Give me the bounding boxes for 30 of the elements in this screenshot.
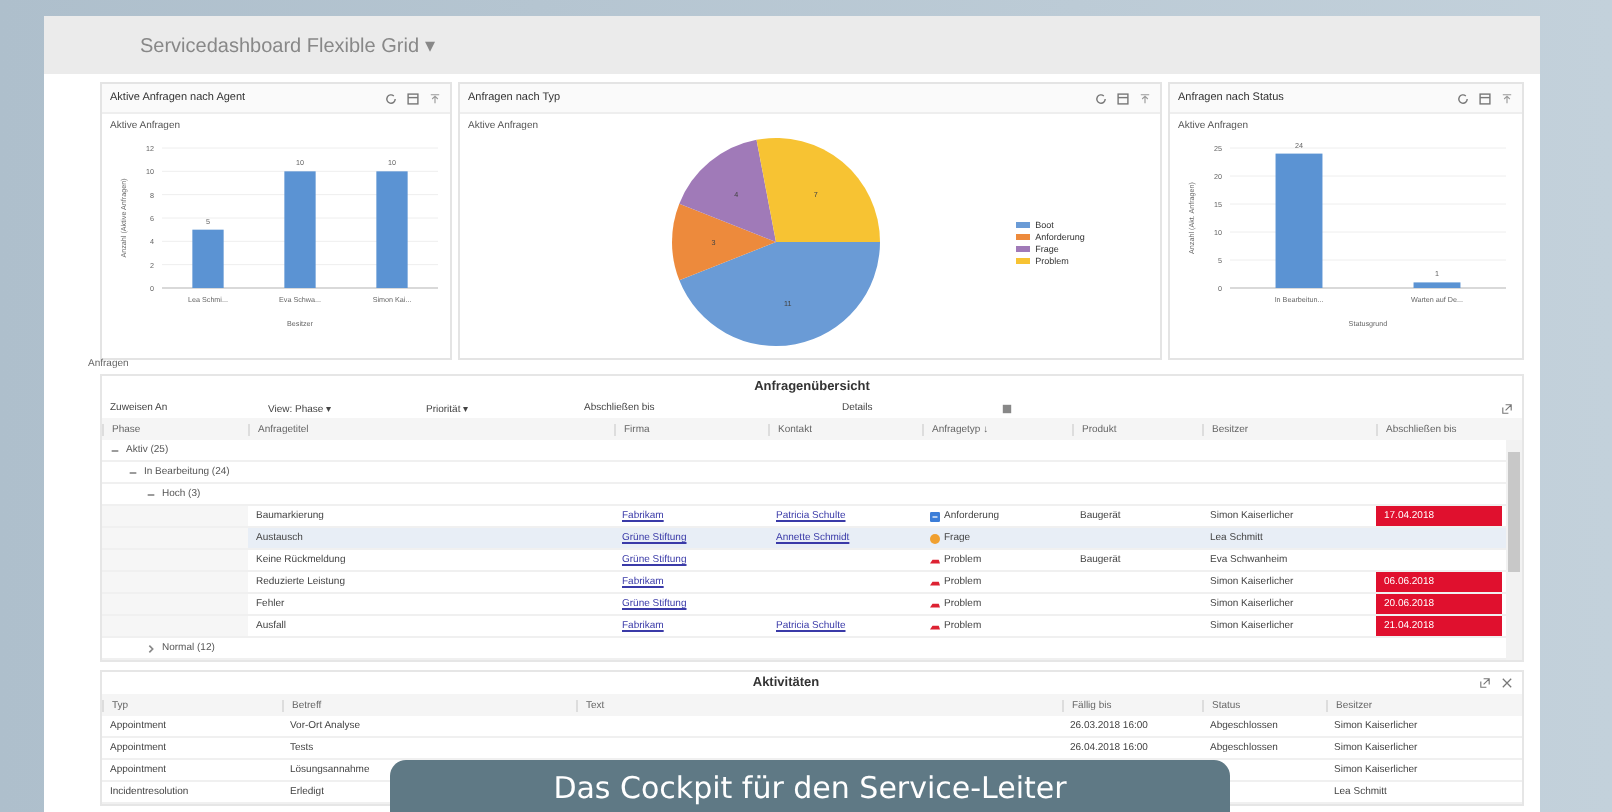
question-icon <box>930 533 940 543</box>
scrollbar[interactable] <box>1506 440 1522 660</box>
refresh-icon[interactable] <box>1456 91 1470 105</box>
expand-icon[interactable] <box>1138 91 1152 105</box>
table-icon[interactable] <box>406 91 420 105</box>
table-icon[interactable] <box>1116 91 1130 105</box>
pie-slice[interactable] <box>755 138 880 242</box>
car-icon <box>930 577 940 587</box>
bar[interactable] <box>1413 282 1461 288</box>
minus-icon[interactable] <box>128 467 138 477</box>
pie-slice[interactable] <box>678 139 776 242</box>
close-icon[interactable] <box>1500 676 1514 690</box>
car-icon <box>930 621 940 631</box>
table-icon[interactable] <box>1478 91 1492 105</box>
popout-icon[interactable] <box>1478 676 1492 690</box>
car-icon <box>930 599 940 609</box>
refresh-icon[interactable] <box>384 91 398 105</box>
minus-icon[interactable] <box>110 445 120 455</box>
popout-icon[interactable] <box>1500 401 1514 415</box>
caption-text: Das Cockpit für den Service-Leiter <box>553 770 1067 810</box>
request-icon <box>930 511 940 521</box>
chevron-icon[interactable] <box>146 643 156 653</box>
pie-slice[interactable] <box>678 242 880 346</box>
expand-icon[interactable] <box>1500 91 1514 105</box>
bar[interactable] <box>1275 153 1323 288</box>
minus-icon[interactable] <box>146 489 156 499</box>
pie-slice[interactable] <box>671 203 776 281</box>
refresh-icon[interactable] <box>1094 91 1108 105</box>
expand-icon[interactable] <box>428 91 442 105</box>
car-icon <box>930 555 940 565</box>
